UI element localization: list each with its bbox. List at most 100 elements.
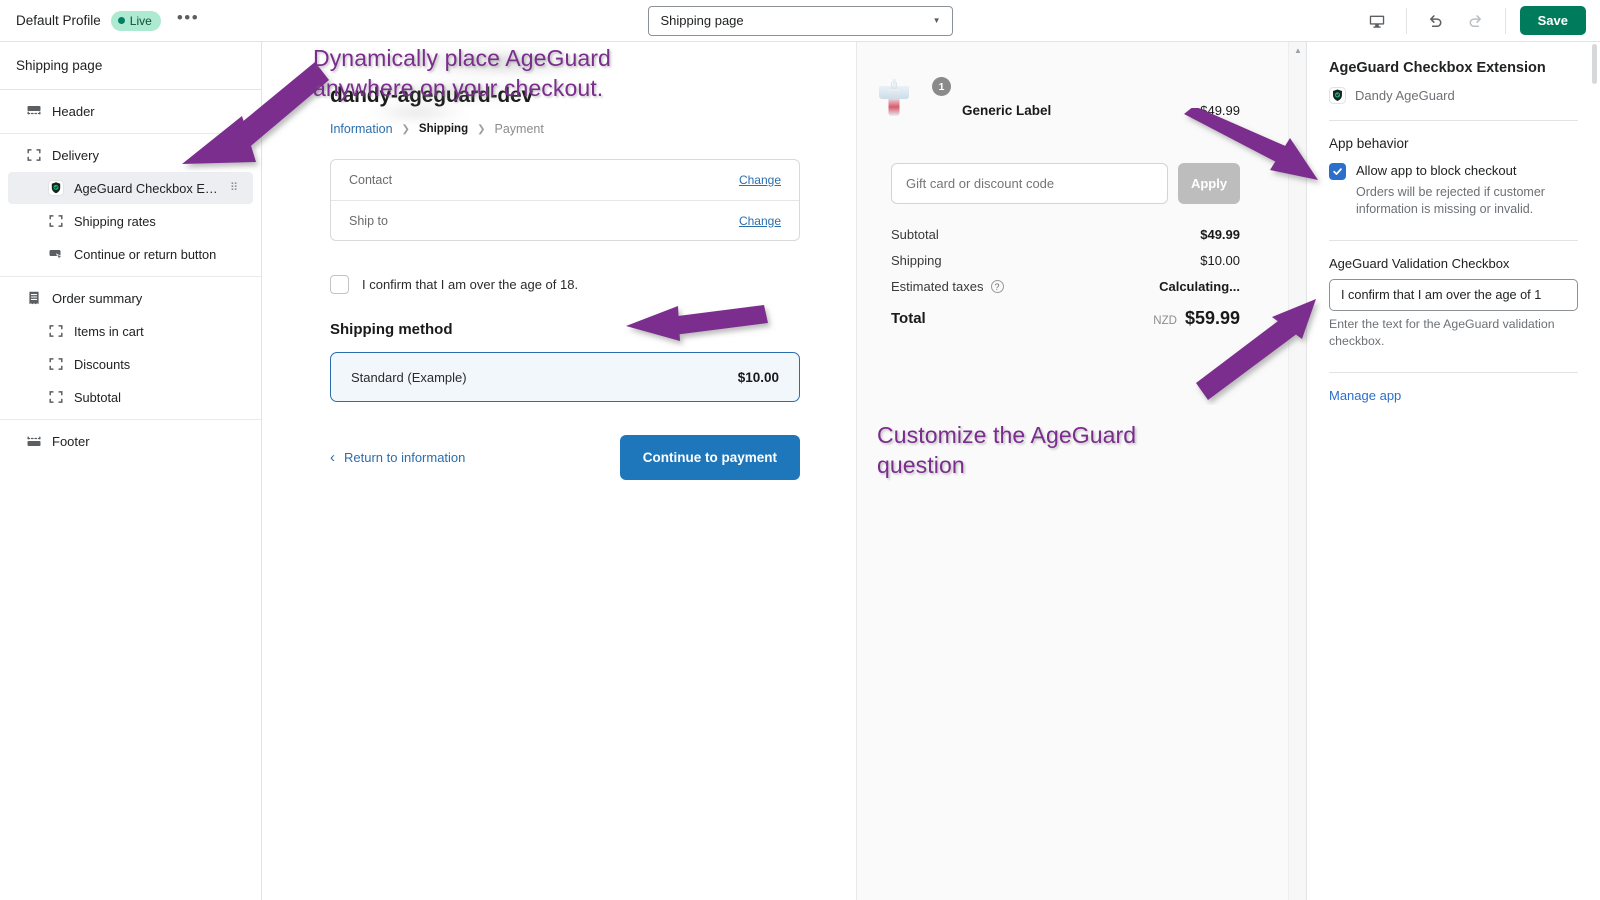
scroll-up-arrow-icon[interactable]: ▲ [1289, 42, 1306, 58]
toolbar-divider-2 [1504, 7, 1506, 34]
breadcrumb: Information ❯ Shipping ❯ Payment [330, 122, 856, 136]
sidebar-item-footer[interactable]: Footer [8, 425, 253, 457]
checkout-editor-app: Default Profile Live ••• Shipping page ▼ [0, 0, 1600, 900]
app-behavior-section-title: App behavior [1329, 136, 1409, 151]
panel-divider-3 [1329, 372, 1578, 373]
breadcrumb-shipping: Shipping [418, 123, 469, 135]
discount-code-row: Apply [891, 163, 1240, 204]
block-placeholder-icon [27, 149, 41, 161]
ship-to-row: Ship to Change [331, 200, 799, 240]
continue-to-payment-button[interactable]: Continue to payment [619, 435, 800, 480]
manage-app-link[interactable]: Manage app [1329, 388, 1578, 403]
shipping-method-heading: Shipping method [330, 321, 453, 338]
breadcrumb-payment: Payment [494, 122, 544, 136]
sidebar-group-order-summary: Order summary Items in cart Discounts Su… [0, 277, 261, 420]
sidebar-group-header: Header [0, 90, 261, 134]
contact-value-redacted [427, 169, 739, 191]
apply-discount-button[interactable]: Apply [1178, 163, 1240, 204]
button-cursor-icon [49, 250, 63, 261]
panel-divider-1 [1329, 120, 1578, 121]
shipping-option-name: Standard (Example) [351, 369, 467, 385]
discount-code-input[interactable] [891, 163, 1168, 204]
panel-scrollbar[interactable] [1590, 42, 1599, 900]
preview-scrollbar[interactable]: ▲ [1288, 42, 1306, 900]
shipping-option-standard[interactable]: Standard (Example) $10.00 [330, 352, 800, 402]
checkout-preview-frame: dandy-ageguard-dev Information ❯ Shippin… [262, 42, 1288, 900]
ageguard-checkbox-label: I confirm that I am over the age of 18. [362, 277, 579, 292]
redo-arrow-icon [1469, 15, 1482, 28]
product-name: Generic Label [962, 103, 1052, 118]
sidebar-item-label: Subtotal [74, 389, 121, 405]
ageguard-shield-icon [1329, 87, 1346, 104]
sidebar-item-subtotal[interactable]: Subtotal [8, 381, 253, 413]
sidebar-item-shipping-rates[interactable]: Shipping rates [8, 205, 253, 237]
summary-line-shipping: Shipping $10.00 [891, 253, 1240, 268]
sidebar-item-continue-or-return-button[interactable]: Continue or return button [8, 238, 253, 270]
drag-handle-icon[interactable]: ⠿ [229, 182, 239, 193]
undo-arrow-icon [1429, 15, 1442, 28]
desktop-monitor-icon [1369, 15, 1384, 28]
sidebar-group-delivery: Delivery AgeGuard Checkbox Ext... ⠿ Ship… [0, 134, 261, 277]
ship-to-change-link[interactable]: Change [739, 214, 781, 228]
return-link-label: Return to information [344, 450, 466, 465]
shipping-option-price: $10.00 [737, 369, 779, 385]
sidebar-item-ageguard-checkbox-extension[interactable]: AgeGuard Checkbox Ext... ⠿ [8, 172, 253, 204]
ship-to-value-redacted [427, 210, 739, 232]
receipt-icon [29, 291, 39, 305]
desktop-preview-button[interactable] [1362, 7, 1392, 35]
sidebar-item-items-in-cart[interactable]: Items in cart [8, 315, 253, 347]
panel-divider-2 [1329, 240, 1578, 241]
shipping-label: Shipping [891, 253, 942, 268]
sidebar-item-label: Items in cart [74, 323, 144, 339]
validation-checkbox-text-input[interactable] [1329, 279, 1578, 311]
status-dot-icon [117, 17, 125, 24]
sidebar-item-header[interactable]: Header [8, 95, 253, 127]
device-preview-group [1348, 0, 1406, 42]
sidebar-item-label: Order summary [52, 290, 143, 306]
total-currency: NZD [1153, 315, 1177, 327]
breadcrumb-separator-icon-2: ❯ [477, 123, 486, 135]
sidebar-item-delivery[interactable]: Delivery [8, 139, 253, 171]
panel-scrollbar-thumb[interactable] [1592, 44, 1597, 84]
status-badge: Live [110, 10, 161, 31]
ageguard-shield-icon [48, 180, 64, 196]
sidebar-item-label: Shipping rates [74, 213, 156, 229]
toolbar-center-group: Shipping page ▼ [300, 5, 1300, 36]
subtotal-label: Subtotal [891, 227, 939, 242]
shop-title: dandy-ageguard-dev [330, 84, 533, 107]
sidebar-item-order-summary[interactable]: Order summary [8, 282, 253, 314]
header-block-icon [27, 106, 41, 116]
ageguard-checkbox[interactable] [330, 275, 349, 294]
product-price: $49.99 [1200, 103, 1240, 118]
undo-button[interactable] [1421, 7, 1451, 35]
panel-app-name: Dandy AgeGuard [1355, 88, 1455, 103]
panel-title: AgeGuard Checkbox Extension [1329, 60, 1546, 76]
profile-name: Default Profile [16, 13, 101, 28]
status-badge-label: Live [129, 13, 152, 28]
history-group [1407, 0, 1505, 42]
sidebar-group-footer: Footer [0, 420, 261, 463]
page-selector-value: Shipping page [660, 13, 744, 28]
block-placeholder-icon [49, 325, 63, 337]
more-options-button[interactable]: ••• [171, 9, 205, 32]
ageguard-checkbox-row: I confirm that I am over the age of 18. [330, 275, 856, 294]
redo-button[interactable] [1461, 7, 1491, 35]
sidebar-item-discounts[interactable]: Discounts [8, 348, 253, 380]
summary-line-estimated-taxes: Estimated taxes ? Calculating... [891, 279, 1240, 294]
checkout-preview-canvas: dandy-ageguard-dev Information ❯ Shippin… [262, 42, 1306, 900]
page-selector-dropdown[interactable]: Shipping page ▼ [647, 5, 953, 36]
return-to-information-link[interactable]: ‹ Return to information [330, 450, 465, 465]
block-checkout-row: Allow app to block checkout [1329, 162, 1578, 180]
help-question-icon[interactable]: ? [990, 280, 1004, 293]
summary-line-total: Total NZD $59.99 [891, 308, 1240, 329]
contact-change-link[interactable]: Change [739, 173, 781, 187]
block-checkout-checkbox[interactable] [1329, 163, 1346, 180]
page-structure-sidebar: Shipping page Header Delivery AgeGuard C… [0, 42, 262, 900]
cart-line-item: 1 Generic Label $49.99 [879, 77, 1240, 137]
block-checkout-label: Allow app to block checkout [1356, 163, 1517, 178]
checkout-actions: ‹ Return to information Continue to paym… [330, 435, 800, 480]
validation-checkbox-help-text: Enter the text for the AgeGuard validati… [1329, 317, 1555, 348]
save-button[interactable]: Save [1519, 6, 1586, 35]
product-thumbnail-wrap: 1 [879, 77, 951, 137]
breadcrumb-information[interactable]: Information [330, 122, 393, 136]
